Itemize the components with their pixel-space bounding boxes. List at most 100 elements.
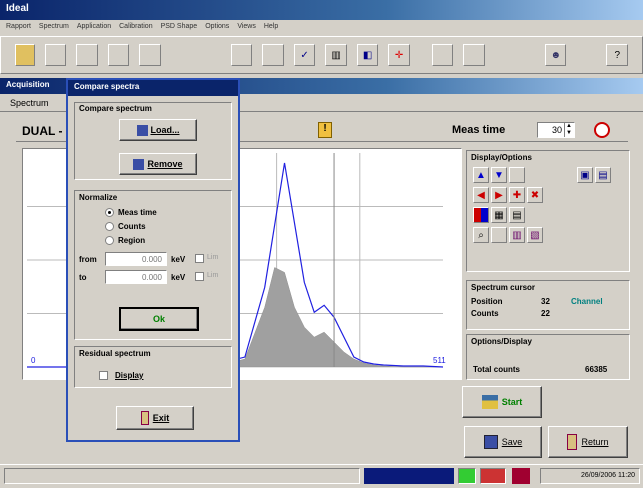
door-icon[interactable] (15, 44, 35, 66)
status-progress (364, 468, 454, 484)
menu-item-3[interactable]: Calibration (119, 23, 152, 33)
normalize-option-label: Meas time (118, 207, 157, 217)
display-options-panel: Display/Options ▲ ▼ ◀ ▶ ✚ ✖ ▦ ▤ ⌕ ▥ ▧ ▣ … (466, 150, 630, 272)
status-datetime: 26/09/2006 11:20 (540, 468, 640, 484)
options-display-title: Options/Display (471, 337, 532, 346)
compare-group-label: Compare spectrum (79, 104, 152, 113)
warning-icon[interactable]: ! (318, 122, 332, 138)
counts-label: Counts (471, 309, 499, 318)
detector-icon[interactable]: ◧ (356, 44, 379, 66)
normalize-option-1[interactable]: Counts (105, 219, 157, 233)
normalize-option-2[interactable]: Region (105, 233, 157, 247)
menu-item-6[interactable]: Views (237, 23, 256, 33)
toolbar-button-2[interactable] (76, 44, 98, 66)
start-icon (481, 395, 498, 409)
status-panel-1 (4, 468, 360, 484)
tab-spectrum[interactable]: Spectrum (10, 98, 49, 108)
help-icon[interactable]: ? (606, 44, 629, 66)
spectrum-cursor-panel: Spectrum cursor Position 32 Channel Coun… (466, 280, 630, 330)
log-icon[interactable]: ▤ (509, 207, 525, 223)
start-button[interactable]: Start (462, 386, 542, 418)
user-icon[interactable]: ☻ (544, 44, 567, 66)
dialog-titlebar: Compare spectra (68, 80, 238, 96)
load-button[interactable]: Load... (119, 119, 197, 141)
toolbar-button-8[interactable] (463, 44, 485, 66)
compress-icon[interactable]: ✖ (527, 187, 543, 203)
menu-item-2[interactable]: Application (77, 23, 111, 33)
remove-icon (133, 158, 145, 170)
total-counts-value: 66385 (585, 365, 608, 374)
toolbar-button-5[interactable] (230, 44, 253, 66)
copy-icon[interactable]: ▣ (577, 167, 593, 183)
spectra-icon[interactable]: ▥ (509, 227, 525, 243)
compare-spectra-dialog: Compare spectra Compare spectrum Load...… (66, 78, 240, 442)
to-lim-checkbox[interactable] (195, 272, 204, 281)
target-icon[interactable]: ✛ (388, 44, 410, 66)
return-button[interactable]: Return (548, 426, 628, 458)
total-counts-label: Total counts (473, 365, 520, 374)
ok-button[interactable]: Ok (119, 307, 199, 331)
options-display-panel: Options/Display Total counts 66385 (466, 334, 630, 380)
remove-label: Remove (147, 159, 183, 169)
from-unit: keV (171, 255, 186, 264)
radio-icon[interactable] (105, 221, 114, 231)
toolbar-button-6[interactable] (262, 44, 284, 66)
meas-time-value: 30 (551, 125, 562, 135)
remove-button[interactable]: Remove (119, 153, 197, 175)
from-field[interactable]: 0.000 (105, 252, 167, 266)
radio-icon[interactable] (105, 235, 114, 245)
blank-tool-1[interactable] (509, 167, 525, 183)
overlay-icon[interactable]: ▧ (527, 227, 543, 243)
normalize-option-label: Counts (118, 221, 146, 231)
compare-group: Compare spectrum Load... Remove (74, 102, 232, 180)
save-label: Save (501, 437, 523, 447)
arrow-up-icon[interactable]: ▲ (473, 167, 489, 183)
position-value: 32 (541, 297, 550, 306)
display-checkbox[interactable] (99, 371, 108, 380)
color-icon[interactable] (473, 207, 489, 223)
app-titlebar: Ideal (0, 0, 643, 20)
menu-item-7[interactable]: Help (264, 23, 278, 33)
x-tick-start: 0 (31, 356, 36, 365)
dialog-title: Compare spectra (74, 82, 140, 91)
chart-icon[interactable]: ▥ (325, 44, 347, 66)
toolbar-button-1[interactable] (44, 44, 67, 66)
toolbar-button-7[interactable] (431, 44, 454, 66)
radio-icon[interactable] (105, 207, 114, 217)
normalize-option-label: Region (118, 235, 146, 245)
app-title: Ideal (6, 3, 29, 14)
normalize-option-0[interactable]: Meas time (105, 205, 157, 219)
stop-icon[interactable] (594, 122, 610, 138)
meas-time-spinner[interactable]: ▲ ▼ (564, 123, 573, 137)
menu-item-1[interactable]: Spectrum (39, 23, 69, 33)
toolbar: ✓ ▥ ◧ ✛ ☻ ? (0, 36, 643, 74)
blank-tool-2[interactable] (491, 227, 507, 243)
to-field[interactable]: 0.000 (105, 270, 167, 284)
exit-button[interactable]: Exit (116, 406, 194, 430)
arrow-down-icon[interactable]: ▼ (491, 167, 507, 183)
position-unit: Channel (571, 297, 603, 306)
zoom-icon[interactable]: ⌕ (473, 227, 489, 243)
to-value: 0.000 (141, 273, 162, 282)
toolbar-button-4[interactable] (139, 44, 161, 66)
menu-item-0[interactable]: Rapport (6, 23, 31, 33)
expand-icon[interactable]: ✚ (509, 187, 525, 203)
status-panel-3 (480, 468, 506, 484)
load-label: Load... (150, 125, 180, 135)
from-value: 0.000 (141, 255, 162, 264)
menu-bar: Rapport Spectrum Application Calibration PSD… (0, 21, 643, 35)
arrow-right-icon[interactable]: ▶ (491, 187, 507, 203)
menu-item-4[interactable]: PSD Shape (161, 23, 198, 33)
status-panel-2 (458, 468, 476, 484)
arrow-left-icon[interactable]: ◀ (473, 187, 489, 203)
print-icon[interactable]: ▤ (595, 167, 611, 183)
grid-icon[interactable]: ▦ (491, 207, 507, 223)
to-lim-label: Lim (207, 272, 219, 279)
ok-label: Ok (152, 314, 165, 324)
return-label: Return (581, 437, 609, 447)
toolbar-button-3[interactable] (107, 44, 130, 66)
check-icon[interactable]: ✓ (293, 44, 316, 66)
from-lim-checkbox[interactable] (195, 254, 204, 263)
save-button[interactable]: Save (464, 426, 542, 458)
menu-item-5[interactable]: Options (205, 23, 229, 33)
